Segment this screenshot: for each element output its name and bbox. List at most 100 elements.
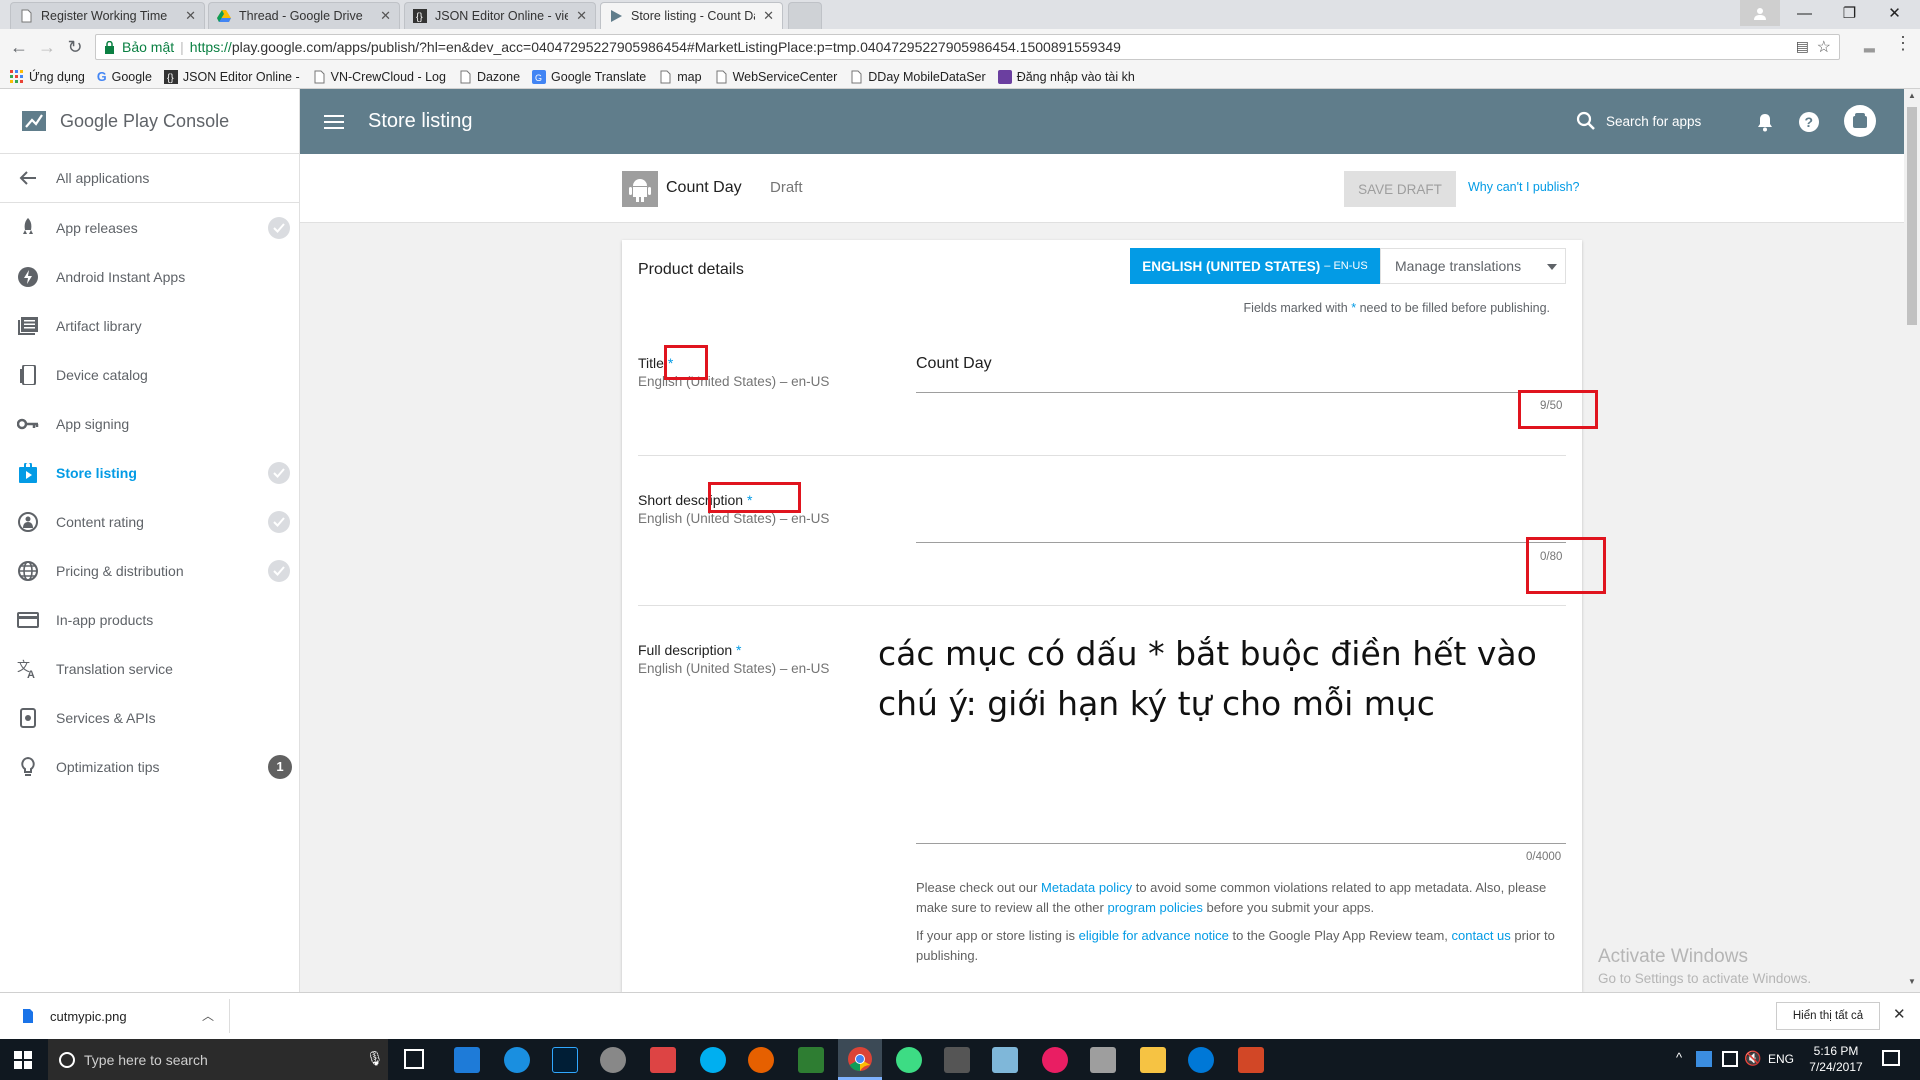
bookmark-dday[interactable]: DDay MobileDataSer xyxy=(849,70,986,84)
bookmark-json-editor[interactable]: {} JSON Editor Online - xyxy=(163,69,300,84)
back-icon[interactable]: ← xyxy=(6,34,32,60)
scrollbar-thumb[interactable] xyxy=(1907,107,1917,325)
bookmark-crewcloud[interactable]: VN-CrewCloud - Log xyxy=(312,70,446,84)
restore-icon[interactable]: ❐ xyxy=(1827,0,1872,26)
browser-tab[interactable]: Register Working Time ✕ xyxy=(10,2,205,29)
save-draft-button[interactable]: SAVE DRAFT xyxy=(1344,171,1456,207)
manage-translations-dropdown[interactable]: Manage translations xyxy=(1380,248,1566,284)
sidebar-item-content-rating[interactable]: Content rating xyxy=(0,497,300,546)
sidebar-item-in-app-products[interactable]: In-app products xyxy=(0,595,300,644)
url-field[interactable]: Bảo mật | https:// play.google.com/apps/… xyxy=(95,34,1840,60)
bookmark-webservicecenter[interactable]: WebServiceCenter xyxy=(714,70,837,84)
bookmark-star-icon[interactable]: ☆ xyxy=(1817,37,1831,57)
language-indicator[interactable]: ENG xyxy=(1768,1052,1794,1066)
bookmark-login[interactable]: Đăng nhập vào tài kh xyxy=(997,69,1135,84)
show-all-downloads-button[interactable]: Hiển thị tất cả xyxy=(1776,1002,1880,1030)
bookmark-google[interactable]: G Google xyxy=(97,70,152,84)
sidebar-item-translation-service[interactable]: 文A Translation service xyxy=(0,644,300,693)
translate-page-icon[interactable]: ▤ xyxy=(1796,38,1809,55)
app-icon[interactable] xyxy=(1042,1047,1068,1073)
console-logo[interactable]: Google Play Console xyxy=(0,89,300,154)
bookmark-google-translate[interactable]: G Google Translate xyxy=(532,69,646,84)
bookmark-apps[interactable]: Ứng dụng xyxy=(10,69,85,84)
sidebar-item-all-applications[interactable]: All applications xyxy=(0,154,300,203)
close-tab-icon[interactable]: ✕ xyxy=(576,8,587,24)
app-icon[interactable] xyxy=(992,1047,1018,1073)
note-text: If your app or store listing is xyxy=(916,928,1075,943)
sidebar-item-artifact-library[interactable]: Artifact library xyxy=(0,301,300,350)
notepad-icon[interactable] xyxy=(798,1047,824,1073)
download-item[interactable]: cutmypic.png ︿ xyxy=(10,999,230,1033)
sidebar-item-optimization-tips[interactable]: Optimization tips 1 xyxy=(0,742,300,791)
scroll-up-arrow[interactable]: ▲ xyxy=(1908,91,1916,100)
edge-icon[interactable] xyxy=(1188,1047,1214,1073)
profile-icon[interactable] xyxy=(1740,0,1780,26)
sidebar-item-app-releases[interactable]: App releases xyxy=(0,203,300,252)
file-explorer-icon[interactable] xyxy=(1140,1047,1166,1073)
skype-icon[interactable] xyxy=(700,1047,726,1073)
sidebar-item-pricing-distribution[interactable]: Pricing & distribution xyxy=(0,546,300,595)
extension-icon[interactable]: ▂ xyxy=(1864,36,1884,56)
sidebar-item-instant-apps[interactable]: Android Instant Apps xyxy=(0,252,300,301)
photoshop-icon[interactable] xyxy=(552,1047,578,1073)
sidebar-item-services-apis[interactable]: Services & APIs xyxy=(0,693,300,742)
browser-tab-active[interactable]: Store listing - Count Day ✕ xyxy=(600,2,783,29)
bookmark-map[interactable]: map xyxy=(658,70,702,84)
sidebar-item-store-listing[interactable]: Store listing xyxy=(0,448,300,497)
sidebar-item-app-signing[interactable]: App signing xyxy=(0,399,300,448)
account-avatar-icon[interactable] xyxy=(1844,105,1876,137)
sidebar-item-device-catalog[interactable]: Device catalog xyxy=(0,350,300,399)
short-description-input[interactable] xyxy=(916,495,1566,525)
clock[interactable]: 5:16 PM 7/24/2017 xyxy=(1806,1043,1866,1075)
title-input[interactable]: Count Day xyxy=(916,355,1566,385)
metadata-policy-link[interactable]: Metadata policy xyxy=(1041,880,1132,895)
browser-tab[interactable]: {} JSON Editor Online - vie ✕ xyxy=(404,2,596,29)
network-icon[interactable] xyxy=(1722,1051,1738,1067)
new-tab-button[interactable] xyxy=(788,2,822,29)
bell-icon[interactable] xyxy=(1756,112,1774,132)
close-window-icon[interactable]: ✕ xyxy=(1872,0,1917,26)
tray-app-icon[interactable] xyxy=(1696,1051,1712,1067)
language-button[interactable]: ENGLISH (UNITED STATES) – EN-US xyxy=(1130,248,1380,284)
forward-icon[interactable]: → xyxy=(34,34,60,60)
android-studio-icon[interactable] xyxy=(896,1047,922,1073)
task-view-icon[interactable] xyxy=(404,1049,424,1069)
calculator-icon[interactable] xyxy=(944,1047,970,1073)
close-tab-icon[interactable]: ✕ xyxy=(763,8,774,24)
app-icon[interactable] xyxy=(650,1047,676,1073)
microphone-icon[interactable]: 🎙 xyxy=(366,1050,384,1067)
program-policies-link[interactable]: program policies xyxy=(1108,900,1203,915)
chrome-taskbar-button[interactable] xyxy=(838,1039,882,1080)
taskbar-search-box[interactable]: Type here to search 🎙 xyxy=(48,1039,388,1080)
browser-tab[interactable]: Thread - Google Drive ✕ xyxy=(208,2,400,29)
page-scrollbar[interactable]: ▲ ▼ xyxy=(1904,89,1920,992)
advance-notice-link[interactable]: eligible for advance notice xyxy=(1079,928,1229,943)
windows-start-icon[interactable] xyxy=(14,1051,32,1069)
action-center-icon[interactable] xyxy=(1882,1050,1900,1066)
chevron-up-icon[interactable]: ︿ xyxy=(202,1007,214,1024)
close-tab-icon[interactable]: ✕ xyxy=(185,8,196,24)
close-tab-icon[interactable]: ✕ xyxy=(380,8,391,24)
store-app-icon[interactable] xyxy=(454,1047,480,1073)
ie-icon[interactable] xyxy=(504,1047,530,1073)
powerpoint-icon[interactable] xyxy=(1238,1047,1264,1073)
help-icon[interactable]: ? xyxy=(1798,111,1820,133)
full-description-underline xyxy=(916,843,1566,844)
minimize-icon[interactable]: — xyxy=(1782,0,1827,26)
database-icon[interactable] xyxy=(600,1047,626,1073)
sidebar-item-label: App releases xyxy=(56,219,138,236)
firefox-icon[interactable] xyxy=(748,1047,774,1073)
scroll-down-arrow[interactable]: ▼ xyxy=(1908,977,1916,986)
volume-icon[interactable]: 🔇 xyxy=(1744,1050,1761,1067)
bookmark-dazone[interactable]: Dazone xyxy=(458,70,520,84)
search-apps-button[interactable]: Search for apps xyxy=(1576,111,1701,131)
note-text: to the Google Play App Review team, xyxy=(1232,928,1448,943)
close-download-bar-icon[interactable]: ✕ xyxy=(1893,1005,1906,1023)
hamburger-menu-icon[interactable] xyxy=(324,114,344,130)
why-cant-publish-link[interactable]: Why can't I publish? xyxy=(1468,180,1579,194)
menu-kebab-icon[interactable]: ⋮ xyxy=(1894,33,1912,54)
reload-icon[interactable]: ↻ xyxy=(62,34,88,60)
app-icon[interactable] xyxy=(1090,1047,1116,1073)
tray-chevron-icon[interactable]: ^ xyxy=(1676,1050,1682,1065)
contact-us-link[interactable]: contact us xyxy=(1452,928,1511,943)
